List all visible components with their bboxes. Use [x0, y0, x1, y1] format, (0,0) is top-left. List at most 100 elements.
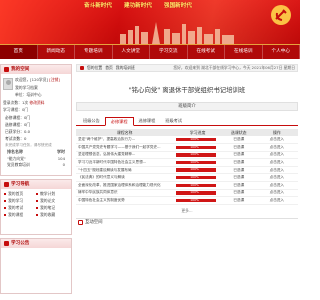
table-row: 学习习近平新时代中国特色社会主义思想... 100% 已选课 点击进入 [76, 158, 298, 167]
menu-icon [4, 182, 9, 187]
course-name[interactable]: 全面深化改革，推进国家治理体系和治理能力现代化 [76, 181, 174, 190]
progress-cell: 100% [173, 189, 222, 198]
notice-panel-title: 学习公告 [11, 241, 30, 246]
progress-bar: 100% [176, 160, 217, 165]
nav-item-personal-center[interactable]: 个人中心 [263, 45, 300, 59]
menu-item-exam[interactable]: 我的考试 [4, 204, 36, 211]
banner-slogan: 奋斗新时代 [84, 3, 112, 9]
course-name[interactable]: 中国共产党党史专题学习——基于我们一起学党史... [76, 143, 174, 152]
banner-slogans: 奋斗新时代 建功新时代 强国新时代 [84, 1, 192, 9]
user-panel: 我的空间 欢迎您，[120学员] [注销] 我的学习档案 单位：培训中心 登录次… [0, 64, 72, 176]
user-panel-header: 我的空间 [1, 65, 71, 74]
progress-cell: 100% [173, 158, 222, 167]
user-info-line: 登录次数：1次 修改资料 [3, 99, 69, 107]
rank-name: 党员教育培训 [7, 161, 30, 167]
course-name[interactable]: 坚定理想信念，弘扬伟大建党精神... [76, 151, 174, 160]
course-name[interactable]: 中国特色社会主义的制度优势 [76, 196, 174, 205]
logout-link[interactable]: [注销] [49, 77, 60, 82]
nav-item-special-training[interactable]: 专题培训 [75, 45, 113, 59]
login-count: 登录次数：1次 [3, 99, 29, 105]
enter-course-link[interactable]: 点击进入 [255, 151, 298, 160]
course-name[interactable]: "十四五"规划建议解读与发展布局 [76, 166, 174, 175]
enroll-status: 已选课 [221, 136, 256, 145]
notice-panel: 学习公告 [0, 238, 72, 294]
nav-item-lecture[interactable]: 人文讲堂 [113, 45, 150, 59]
enroll-status: 已选课 [221, 166, 256, 175]
enter-course-link[interactable]: 点击进入 [255, 136, 298, 145]
user-panel-title: 我的空间 [11, 67, 30, 72]
tab-announcements[interactable]: 班级公告 [78, 117, 105, 125]
interaction-title: 互动空间 [85, 220, 103, 226]
home-icon [80, 66, 84, 70]
nav-item-home[interactable]: 首页 [0, 45, 38, 59]
course-table-header: 课程名称 学习进度 选课状态 操作 [76, 129, 298, 136]
progress-bar: 100% [176, 190, 217, 195]
rank-value: 0 [62, 161, 65, 167]
interaction-section-header: 互动空间 [76, 217, 298, 227]
table-row: 中国共产党党史专题学习——基于我们一起学党史... 100% 已选课 点击进入 [76, 143, 298, 152]
city-skyline-graphic [120, 22, 234, 44]
tab-elective-courses[interactable]: 选修课程 [134, 117, 161, 125]
progress-label: 100% [190, 190, 199, 195]
edit-profile-link[interactable]: 修改资料 [29, 100, 44, 105]
course-name[interactable]: 《民法典》的时代意义与解读 [76, 173, 174, 183]
rank-header-name: 排名名称 [7, 148, 23, 154]
progress-bar: 100% [176, 167, 217, 172]
course-table: 课程名称 学习进度 选课状态 操作 坚定"两个维护"，提高政治执行力... 100… [76, 129, 298, 205]
enter-course-link[interactable]: 点击进入 [255, 143, 298, 152]
course-name[interactable]: 铸牢中华民族共同体意识 [76, 189, 174, 198]
enter-course-link[interactable]: 点击进入 [255, 196, 298, 205]
table-row: 全面深化改革，推进国家治理体系和治理能力现代化 100% 已选课 点击进入 [76, 181, 298, 190]
nav-item-online-training[interactable]: 在线培训 [225, 45, 263, 59]
avatar [3, 78, 13, 90]
progress-label: 100% [190, 136, 199, 141]
menu-item-notes[interactable]: 我的笔记 [36, 204, 68, 211]
rank-row[interactable]: 党员教育培训 0 [3, 162, 69, 168]
progress-label: 100% [190, 175, 199, 180]
enroll-status: 已选课 [221, 151, 256, 160]
table-row: 中国特色社会主义的制度优势 100% 已选课 点击进入 [76, 196, 298, 205]
nav-item-exam[interactable]: 在线考试 [188, 45, 225, 59]
tab-class-exams[interactable]: 班级考试 [160, 117, 187, 125]
welcome-text: 您好，欢迎来到 湖北干部在线学习中心，今天 2021年06月27日 星期日 [173, 65, 295, 70]
menu-item-paper[interactable]: 我的论文 [36, 197, 68, 204]
stat-required: 必修课程：0门 [5, 114, 31, 120]
enter-course-link[interactable]: 点击进入 [255, 181, 298, 190]
nav-item-news[interactable]: 新闻动态 [38, 45, 75, 59]
stat-elective: 选修课程：0门 [5, 121, 31, 127]
course-tabs: 班级公告 必修课程 选修课程 班级考试 [76, 117, 298, 126]
menu-item-courses[interactable]: 我的课程 [4, 211, 36, 218]
breadcrumb-current[interactable]: 我的培训班 [116, 65, 135, 71]
user-info-line: 学习课程：0门 [3, 106, 69, 114]
enroll-status: 已选课 [221, 158, 256, 167]
menu-item-favorites[interactable]: 我的收藏 [36, 211, 68, 218]
tab-required-courses[interactable]: 必修课程 [104, 117, 134, 126]
study-menu-title: 学习导航 [11, 182, 30, 187]
main-content: 您的位置 首页 我的培训班 您好，欢迎来到 湖北干部在线学习中心，今天 2021… [76, 64, 298, 300]
course-name[interactable]: 学习习近平新时代中国特色社会主义思想... [76, 158, 174, 167]
enroll-status: 已选课 [221, 173, 256, 183]
enter-course-link[interactable]: 点击进入 [255, 173, 298, 183]
menu-item-study[interactable]: 我的学习 [4, 197, 36, 204]
enroll-status: 已选课 [221, 189, 256, 198]
study-record-link[interactable]: 我的学习档案 [15, 85, 38, 90]
notice-panel-header: 学习公告 [1, 239, 71, 248]
progress-bar: 100% [176, 175, 217, 180]
banner-slogan: 建功新时代 [123, 3, 152, 9]
progress-cell: 100% [173, 136, 222, 145]
progress-label: 100% [190, 167, 199, 172]
table-row: 坚定"两个维护"，提高政治执行力... 100% 已选课 点击进入 [76, 136, 298, 145]
progress-cell: 100% [173, 151, 222, 160]
main-nav: 首页 新闻动态 专题培训 人文讲堂 学习交流 在线考试 在线培训 个人中心 [0, 44, 300, 59]
breadcrumb-home[interactable]: 首页 [105, 65, 113, 71]
more-link[interactable]: 更多... [76, 208, 298, 214]
enter-course-link[interactable]: 点击进入 [255, 189, 298, 198]
nav-item-exchange[interactable]: 学习交流 [150, 45, 188, 59]
progress-bar: 100% [176, 152, 217, 157]
enter-course-link[interactable]: 点击进入 [255, 166, 298, 175]
menu-item-home[interactable]: 我的首页 [4, 190, 36, 197]
progress-label: 100% [190, 144, 199, 149]
enter-course-link[interactable]: 点击进入 [255, 158, 298, 167]
course-name[interactable]: 坚定"两个维护"，提高政治执行力... [76, 136, 174, 145]
menu-item-plan[interactable]: 教学计划 [36, 190, 68, 197]
